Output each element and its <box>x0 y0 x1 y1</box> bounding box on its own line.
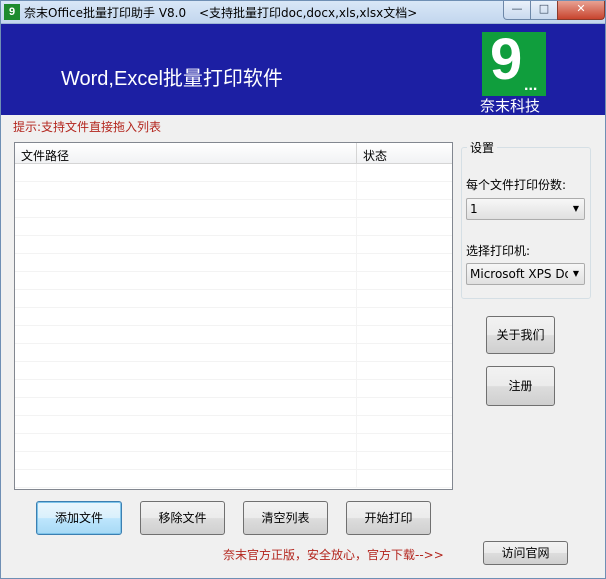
app-window: 9 奈末Office批量打印助手 V8.0 <支持批量打印doc,docx,xl… <box>0 0 606 579</box>
row-divider <box>356 182 357 199</box>
row-divider <box>356 380 357 397</box>
copies-select[interactable]: 1 ▼ <box>466 198 585 220</box>
logo-nine-glyph: 9 <box>490 27 523 92</box>
row-divider <box>356 272 357 289</box>
window-title: 奈末Office批量打印助手 V8.0 <box>24 6 187 20</box>
register-button[interactable]: 注册 <box>486 366 555 406</box>
row-divider <box>356 398 357 415</box>
row-divider <box>356 236 357 253</box>
header-banner: Word,Excel批量打印软件 9 ... 奈末科技 <box>1 24 605 115</box>
app-icon[interactable]: 9 <box>4 4 20 20</box>
official-download-notice: 奈末官方正版，安全放心，官方下载-->> <box>223 548 444 562</box>
row-divider <box>356 326 357 343</box>
list-row-empty[interactable] <box>15 416 452 434</box>
list-row-empty[interactable] <box>15 398 452 416</box>
minimize-button[interactable]: — <box>503 1 531 20</box>
row-divider <box>356 200 357 217</box>
row-divider <box>356 362 357 379</box>
column-header-status[interactable]: 状态 <box>363 147 387 164</box>
column-header-path[interactable]: 文件路径 <box>21 147 69 164</box>
row-divider <box>356 290 357 307</box>
list-row-empty[interactable] <box>15 380 452 398</box>
maximize-icon: □ <box>538 2 550 15</box>
column-separator[interactable] <box>356 143 357 163</box>
start-print-button[interactable]: 开始打印 <box>346 501 431 535</box>
list-row-empty[interactable] <box>15 452 452 470</box>
list-row-empty[interactable] <box>15 272 452 290</box>
list-row-empty[interactable] <box>15 308 452 326</box>
list-row-empty[interactable] <box>15 434 452 452</box>
list-row-empty[interactable] <box>15 164 452 182</box>
printer-value: Microsoft XPS Doc <box>470 267 579 281</box>
list-row-empty[interactable] <box>15 236 452 254</box>
file-list[interactable]: 文件路径 状态 <box>14 142 453 490</box>
list-row-empty[interactable] <box>15 362 452 380</box>
row-divider <box>356 218 357 235</box>
printer-label: 选择打印机: <box>466 244 531 258</box>
row-divider <box>356 416 357 433</box>
clear-list-button[interactable]: 清空列表 <box>243 501 328 535</box>
row-divider <box>356 452 357 469</box>
about-us-button[interactable]: 关于我们 <box>486 316 555 354</box>
banner-title: Word,Excel批量打印软件 <box>61 68 283 90</box>
maximize-button[interactable]: □ <box>530 1 558 20</box>
row-divider <box>356 254 357 271</box>
list-row-empty[interactable] <box>15 182 452 200</box>
list-row-empty[interactable] <box>15 254 452 272</box>
list-row-empty[interactable] <box>15 200 452 218</box>
row-divider <box>356 308 357 325</box>
list-row-empty[interactable] <box>15 470 452 488</box>
list-row-empty[interactable] <box>15 326 452 344</box>
row-divider <box>356 434 357 451</box>
settings-group-title: 设置 <box>467 139 498 156</box>
row-divider <box>356 470 357 487</box>
row-divider <box>356 344 357 361</box>
drag-hint: 提示:支持文件直接拖入列表 <box>13 120 162 134</box>
row-divider <box>356 164 357 181</box>
title-bar[interactable]: 9 奈末Office批量打印助手 V8.0 <支持批量打印doc,docx,xl… <box>1 1 605 24</box>
remove-file-button[interactable]: 移除文件 <box>140 501 225 535</box>
visit-website-button[interactable]: 访问官网 <box>483 541 568 565</box>
chevron-down-icon[interactable]: ▼ <box>568 199 584 219</box>
minimize-icon: — <box>511 2 523 15</box>
list-row-empty[interactable] <box>15 218 452 236</box>
window-subtitle: <支持批量打印doc,docx,xls,xlsx文档> <box>199 6 418 20</box>
list-rows <box>15 164 452 488</box>
logo-dots: ... <box>524 77 538 94</box>
company-logo: 9 ... <box>482 28 546 96</box>
close-icon: ✕ <box>576 2 586 15</box>
close-button[interactable]: ✕ <box>557 1 605 20</box>
list-row-empty[interactable] <box>15 290 452 308</box>
list-header: 文件路径 状态 <box>15 143 452 164</box>
printer-select[interactable]: Microsoft XPS Doc ▼ <box>466 263 585 285</box>
chevron-down-icon[interactable]: ▼ <box>568 264 584 284</box>
logo-caption: 奈末科技 <box>480 97 541 115</box>
list-row-empty[interactable] <box>15 344 452 362</box>
copies-value: 1 <box>470 202 478 216</box>
add-file-button[interactable]: 添加文件 <box>36 501 122 535</box>
copies-label: 每个文件打印份数: <box>466 178 567 192</box>
